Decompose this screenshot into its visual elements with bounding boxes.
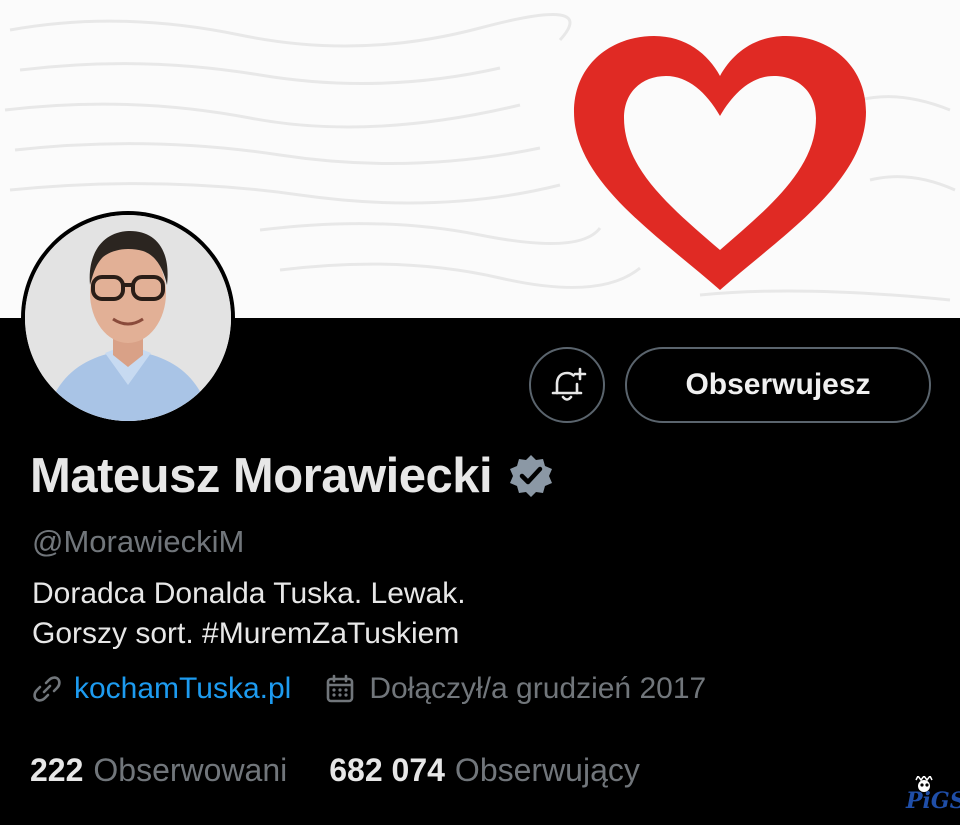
watermark-logo: PiGS [906, 788, 960, 814]
profile-meta: kochamTuska.pl Dołączył/a grudzień 2017 [32, 672, 706, 706]
profile-bio: Doradca Donalda Tuska. Lewak. Gorszy sor… [32, 574, 466, 654]
bio-line: Doradca Donalda Tuska. Lewak. [32, 577, 466, 610]
bell-plus-icon [551, 367, 587, 401]
display-name: Mateusz Morawiecki [30, 449, 493, 503]
following-label: Obserwowani [93, 752, 288, 788]
user-handle: @MorawieckiM [32, 524, 245, 559]
heart-logo [574, 36, 866, 290]
avatar[interactable] [21, 211, 235, 425]
followers-stat[interactable]: 682 074 Obserwujący [329, 752, 640, 789]
following-stat[interactable]: 222 Obserwowani [30, 752, 287, 789]
followers-count: 682 074 [329, 752, 445, 788]
calendar-icon [327, 674, 354, 703]
follow-stats: 222 Obserwowani 682 074 Obserwujący [30, 752, 640, 789]
verified-badge-icon [510, 455, 553, 497]
avatar-photo [25, 215, 231, 421]
avatar-portrait [25, 215, 231, 421]
following-button[interactable]: Obserwujesz [625, 347, 931, 423]
name-row: Mateusz Morawiecki [30, 448, 554, 504]
following-count: 222 [30, 752, 84, 788]
joined-date: Dołączył/a grudzień 2017 [369, 672, 707, 705]
website-link[interactable]: kochamTuska.pl [74, 672, 291, 706]
link-icon [33, 676, 61, 702]
followers-label: Obserwujący [454, 752, 640, 788]
notifications-button[interactable] [529, 347, 605, 423]
bio-line[interactable]: Gorszy sort. #MuremZaTuskiem [32, 614, 466, 654]
